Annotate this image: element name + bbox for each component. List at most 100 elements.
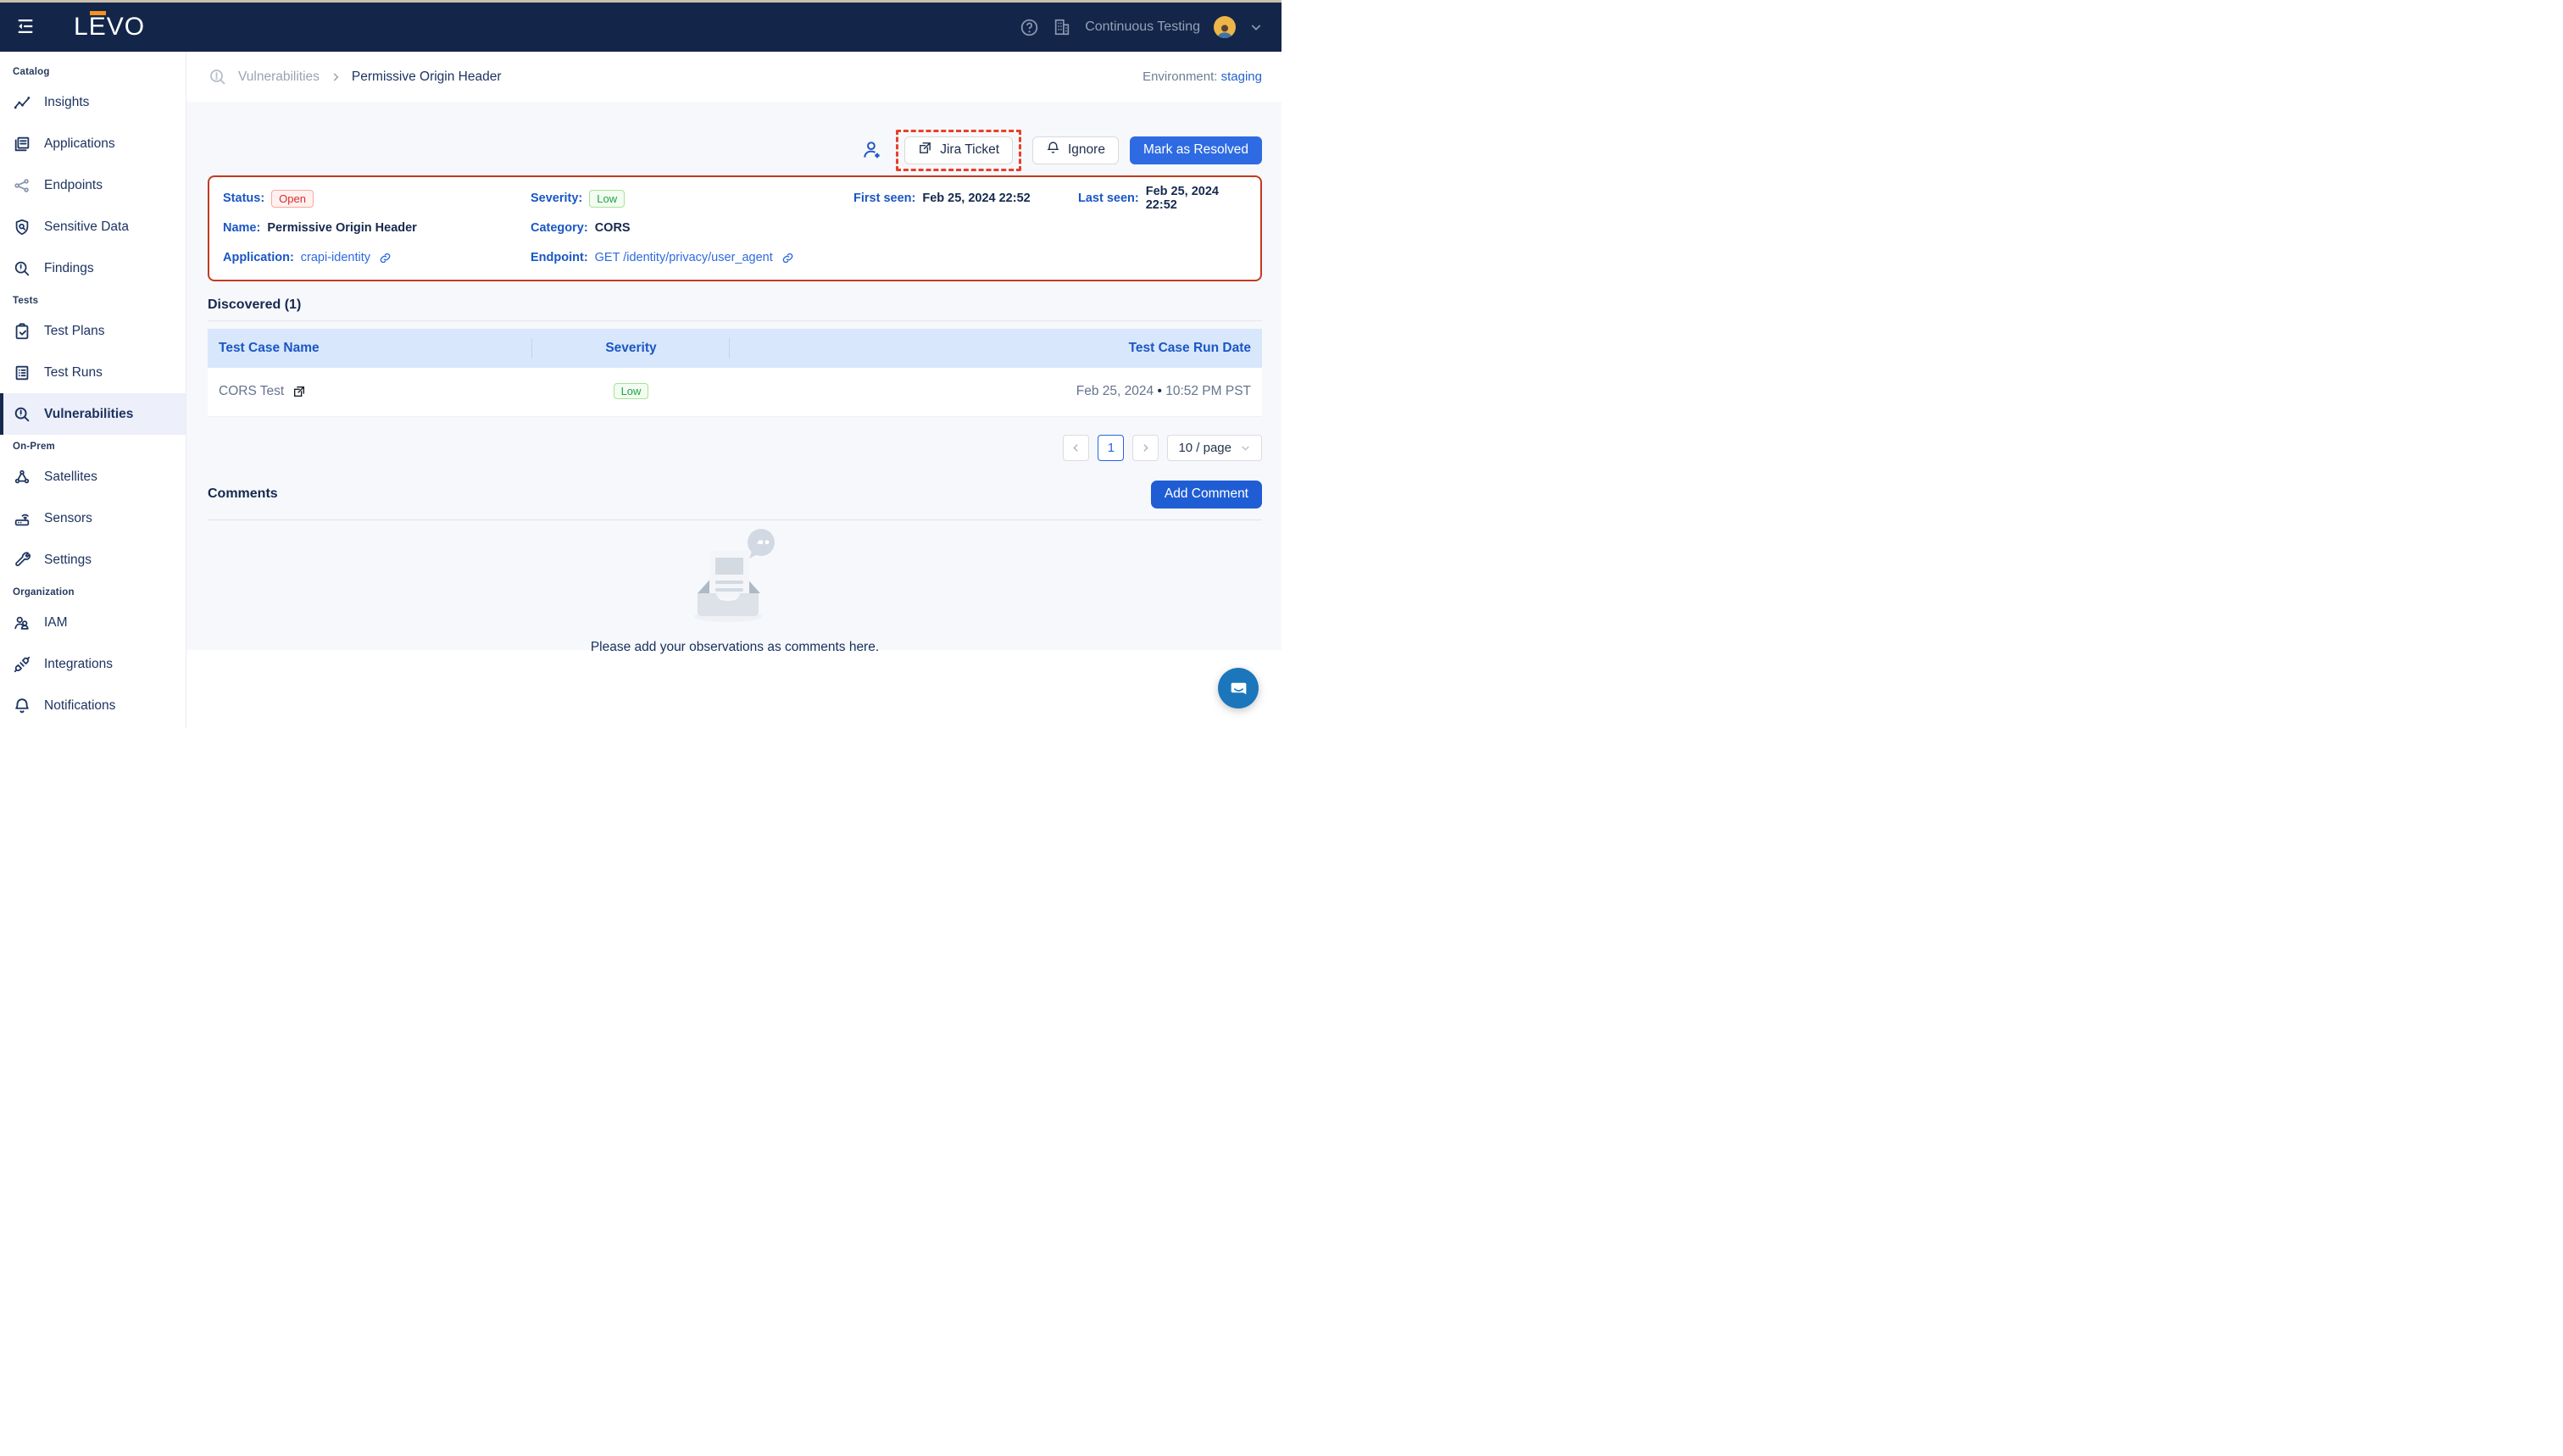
name-label: Name: bbox=[223, 221, 260, 235]
next-page-button[interactable] bbox=[1132, 435, 1159, 461]
category-label: Category: bbox=[531, 221, 588, 235]
pagination: 1 10 / page bbox=[208, 435, 1262, 461]
sidebar-item-sensitive-data[interactable]: Sensitive Data bbox=[0, 206, 186, 247]
content-area: Jira Ticket Ignore Mark as Resolved bbox=[186, 102, 1282, 650]
last_seen-label: Last seen: bbox=[1078, 192, 1139, 205]
page-size-value: 10 / page bbox=[1178, 441, 1231, 455]
bell-icon bbox=[1046, 141, 1060, 159]
endpoint-link[interactable]: GET /identity/privacy/user_agent bbox=[595, 251, 795, 265]
environment-label: Environment: bbox=[1143, 69, 1217, 84]
sidebar-item-label: Test Runs bbox=[44, 365, 103, 381]
logo-text-e: E bbox=[89, 14, 107, 40]
settings-icon bbox=[13, 551, 31, 570]
category-field: Category:CORS bbox=[531, 218, 853, 238]
vulnerability-detail-card: Status: Open Severity: Low First seen:Feb 25… bbox=[208, 175, 1262, 281]
page-size-select[interactable]: 10 / page bbox=[1167, 435, 1262, 461]
comments-empty-text: Please add your observations as comments… bbox=[591, 640, 879, 655]
applications-icon bbox=[13, 135, 31, 153]
ignore-label: Ignore bbox=[1068, 142, 1105, 158]
sidebar-item-vulnerabilities[interactable]: Vulnerabilities bbox=[0, 393, 186, 435]
last_seen-value: Feb 25, 2024 22:52 bbox=[1146, 185, 1247, 212]
jira-ticket-button[interactable]: Jira Ticket bbox=[904, 136, 1013, 164]
chat-widget-button[interactable] bbox=[1218, 668, 1259, 709]
add-comment-button[interactable]: Add Comment bbox=[1151, 481, 1262, 508]
integrations-icon bbox=[13, 655, 31, 674]
severity-badge: Low bbox=[589, 190, 625, 208]
sidebar-section-label: Catalog bbox=[0, 60, 186, 81]
mark-resolved-button[interactable]: Mark as Resolved bbox=[1130, 136, 1262, 164]
action-row: Jira Ticket Ignore Mark as Resolved bbox=[208, 102, 1262, 175]
sidebar-item-applications[interactable]: Applications bbox=[0, 123, 186, 164]
logo-text: L bbox=[74, 14, 89, 40]
product-name: Continuous Testing bbox=[1085, 19, 1200, 35]
sidebar-item-test-plans[interactable]: Test Plans bbox=[0, 310, 186, 352]
severity-field: Severity: Low bbox=[531, 188, 853, 208]
sidebar-section-label: On-Prem bbox=[0, 435, 186, 456]
sidebar-item-label: Sensitive Data bbox=[44, 220, 129, 235]
page-number-button[interactable]: 1 bbox=[1098, 435, 1124, 461]
sidebar: Catalog Insights Applications Endpoints … bbox=[0, 52, 186, 728]
sidebar-collapse-button[interactable] bbox=[13, 14, 38, 42]
table-row: CORS Test Low Feb 25, 2024 • 10:52 PM PS… bbox=[208, 368, 1262, 416]
app-window: LEVO Continuous Testing bbox=[0, 0, 1282, 728]
sidebar-item-sensors[interactable]: Sensors bbox=[0, 497, 186, 539]
sidebar-item-insights[interactable]: Insights bbox=[0, 81, 186, 123]
vulnerabilities-icon bbox=[13, 405, 31, 424]
sidebar-item-label: Sensors bbox=[44, 511, 92, 526]
sidebar-item-label: Applications bbox=[44, 136, 115, 152]
top-navbar: LEVO Continuous Testing bbox=[0, 3, 1282, 52]
first_seen-value: Feb 25, 2024 22:52 bbox=[922, 192, 1030, 205]
page-header: Vulnerabilities Permissive Origin Header… bbox=[186, 52, 1282, 102]
column-header-test-case-name: Test Case Name bbox=[208, 329, 532, 368]
open-test-case-icon[interactable] bbox=[292, 385, 306, 398]
empty-inbox-illustration bbox=[679, 527, 791, 631]
prev-page-button[interactable] bbox=[1063, 435, 1089, 461]
chevron-down-icon bbox=[1240, 442, 1251, 453]
sidebar-item-label: Test Plans bbox=[44, 324, 105, 339]
findings-icon bbox=[13, 259, 31, 278]
name-value: Permissive Origin Header bbox=[267, 221, 417, 235]
link-icon bbox=[781, 251, 795, 265]
first-seen-field: First seen:Feb 25, 2024 22:52 bbox=[853, 188, 1078, 208]
application-link[interactable]: crapi-identity bbox=[301, 251, 392, 265]
link-icon bbox=[378, 251, 392, 265]
last-seen-field: Last seen:Feb 25, 2024 22:52 bbox=[1078, 188, 1247, 208]
discovered-title: Discovered (1) bbox=[208, 297, 1262, 313]
user-avatar[interactable] bbox=[1214, 16, 1236, 38]
vulnerability-search-icon bbox=[208, 67, 228, 87]
sidebar-item-notifications[interactable]: Notifications bbox=[0, 685, 186, 726]
organization-icon[interactable] bbox=[1053, 18, 1071, 36]
chevron-down-icon[interactable] bbox=[1249, 20, 1263, 34]
status-label: Status: bbox=[223, 192, 264, 205]
severity-badge: Low bbox=[614, 383, 649, 399]
sidebar-item-iam[interactable]: IAM bbox=[0, 602, 186, 643]
sidebar-item-settings[interactable]: Settings bbox=[0, 539, 186, 581]
endpoints-icon bbox=[13, 176, 31, 195]
test-plans-icon bbox=[13, 322, 31, 341]
sensitive-data-icon bbox=[13, 218, 31, 236]
assign-user-icon[interactable] bbox=[861, 139, 883, 161]
sidebar-item-test-runs[interactable]: Test Runs bbox=[0, 352, 186, 393]
breadcrumb-parent[interactable]: Vulnerabilities bbox=[238, 69, 320, 85]
sidebar-item-findings[interactable]: Findings bbox=[0, 247, 186, 289]
ignore-button[interactable]: Ignore bbox=[1032, 136, 1119, 164]
status-badge: Open bbox=[271, 190, 314, 208]
help-icon[interactable] bbox=[1020, 18, 1039, 37]
sidebar-item-label: Findings bbox=[44, 261, 94, 276]
sidebar-item-endpoints[interactable]: Endpoints bbox=[0, 164, 186, 206]
comments-empty-state: Please add your observations as comments… bbox=[208, 520, 1262, 655]
levo-logo[interactable]: LEVO bbox=[74, 14, 145, 40]
sensors-icon bbox=[13, 509, 31, 528]
environment-indicator: Environment: staging bbox=[1143, 69, 1262, 84]
sidebar-item-integrations[interactable]: Integrations bbox=[0, 643, 186, 685]
mark-resolved-label: Mark as Resolved bbox=[1143, 142, 1248, 158]
comments-title: Comments bbox=[208, 486, 278, 502]
discovered-table: Test Case NameSeverityTest Case Run Date… bbox=[208, 329, 1262, 417]
environment-value[interactable]: staging bbox=[1221, 69, 1262, 84]
iam-icon bbox=[13, 614, 31, 632]
sidebar-item-satellites[interactable]: Satellites bbox=[0, 456, 186, 497]
satellites-icon bbox=[13, 468, 31, 486]
sidebar-section-label: Tests bbox=[0, 289, 186, 310]
sidebar-item-label: Vulnerabilities bbox=[44, 407, 133, 422]
severity-label: Severity: bbox=[531, 192, 582, 205]
